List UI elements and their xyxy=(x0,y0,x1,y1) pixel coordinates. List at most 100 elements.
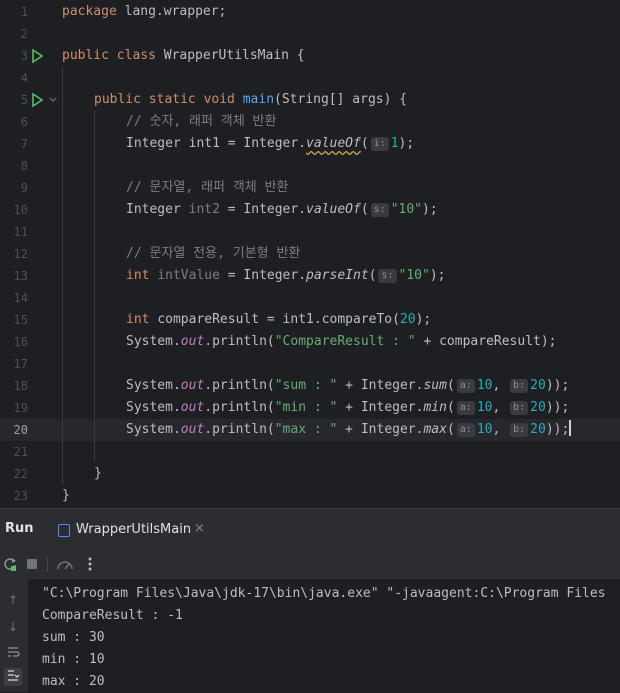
code-token: out xyxy=(180,400,205,415)
line-number[interactable]: 2 xyxy=(0,23,28,45)
code-token: + compareResult); xyxy=(415,334,557,349)
code-token: public class xyxy=(62,48,156,63)
code-line-10[interactable]: Integer int2 = Integer.valueOf(s: "10"); xyxy=(126,199,438,221)
code-token: 10 xyxy=(476,378,493,393)
code-token: "min : " xyxy=(274,400,338,415)
soft-wrap-icon[interactable] xyxy=(4,645,22,663)
code-token: System. xyxy=(126,334,181,349)
code-line-12[interactable]: // 문자열 전용, 기본형 반환 xyxy=(126,243,300,265)
parameter-hint: b: xyxy=(510,401,529,415)
parameter-hint: s: xyxy=(370,203,389,217)
run-gutter-icon[interactable] xyxy=(30,89,44,111)
code-line-7[interactable]: Integer int1 = Integer.valueOf(i: 1); xyxy=(126,133,414,155)
speedometer-icon[interactable] xyxy=(56,556,73,572)
close-icon[interactable]: × xyxy=(194,521,205,536)
line-number[interactable]: 5 xyxy=(0,89,28,111)
line-number[interactable]: 12 xyxy=(0,243,28,265)
code-token: public static void xyxy=(94,92,235,107)
code-token: ); xyxy=(429,268,446,283)
fold-chevron-icon[interactable] xyxy=(48,89,58,111)
line-number[interactable]: 14 xyxy=(0,287,28,309)
line-number[interactable]: 20 xyxy=(0,419,28,441)
tab-wrapper-utils-main[interactable]: WrapperUtilsMain × xyxy=(52,513,214,551)
line-number[interactable]: 19 xyxy=(0,397,28,419)
code-token: + Integer. xyxy=(337,400,424,415)
run-toolbar xyxy=(0,549,620,579)
more-icon[interactable] xyxy=(82,556,98,572)
arrow-up-icon[interactable]: ↑ xyxy=(4,591,22,609)
line-number[interactable]: 4 xyxy=(0,67,28,89)
line-number[interactable]: 9 xyxy=(0,177,28,199)
code-token: "CompareResult : " xyxy=(274,334,416,349)
code-token: sum xyxy=(423,378,447,393)
line-number[interactable]: 3 xyxy=(0,45,28,67)
line-number[interactable]: 22 xyxy=(0,463,28,485)
code-line-9[interactable]: // 문자열, 래퍼 객체 반환 xyxy=(126,177,288,199)
code-token: package xyxy=(62,4,117,19)
code-token: out xyxy=(180,422,205,437)
code-editor[interactable]: 1 2 3 4 5 6 7 8 9 10 11 12 13 14 15 16 17 18 19 20 21 22 23 pa… xyxy=(0,0,620,508)
line-number[interactable]: 21 xyxy=(0,441,28,463)
code-token: + Integer. xyxy=(337,422,424,437)
line-number[interactable]: 1 xyxy=(0,1,28,23)
code-token: )); xyxy=(545,400,570,415)
code-token: "sum : " xyxy=(274,378,338,393)
arrow-down-icon[interactable]: ↓ xyxy=(4,618,22,636)
line-number[interactable]: 17 xyxy=(0,353,28,375)
code-token: compareResult = int1.compareTo( xyxy=(157,312,400,327)
code-line-3[interactable]: public class WrapperUtilsMain { xyxy=(62,45,305,67)
code-line-6[interactable]: // 숫자, 래퍼 객체 반환 xyxy=(126,111,276,133)
line-number[interactable]: 18 xyxy=(0,375,28,397)
line-number[interactable]: 23 xyxy=(0,485,28,507)
code-line-18[interactable]: System.out.println("sum : " + Integer.su… xyxy=(126,375,569,397)
code-token: = Integer. xyxy=(219,202,307,217)
code-line-13[interactable]: int intValue = Integer.parseInt(s: "10"); xyxy=(126,265,446,287)
code-token: ); xyxy=(422,202,438,217)
scroll-to-end-icon[interactable] xyxy=(4,668,22,686)
console-output[interactable]: "C:\Program Files\Java\jdk-17\bin\java.e… xyxy=(28,579,620,692)
code-token: WrapperUtilsMain { xyxy=(155,48,305,63)
code-token: valueOf xyxy=(306,202,361,217)
code-line-15[interactable]: int compareResult = int1.compareTo(20); xyxy=(126,309,431,331)
line-number[interactable]: 6 xyxy=(0,111,28,133)
code-token: out xyxy=(180,378,205,393)
parameter-hint: s: xyxy=(378,269,397,283)
code-line-20[interactable]: System.out.println("max : " + Integer.ma… xyxy=(126,419,572,441)
code-token: "max : " xyxy=(274,422,338,437)
line-number[interactable]: 10 xyxy=(0,199,28,221)
code-line-19[interactable]: System.out.println("min : " + Integer.mi… xyxy=(126,397,569,419)
code-line-5[interactable]: public static void main(String[] args) { xyxy=(94,89,407,111)
code-token: .println( xyxy=(204,422,275,437)
code-token: 10 xyxy=(476,422,493,437)
code-token: , xyxy=(492,400,509,415)
line-number[interactable]: 16 xyxy=(0,331,28,353)
console-line: sum : 30 xyxy=(42,630,105,645)
tab-title: WrapperUtilsMain xyxy=(76,522,192,537)
code-token: max xyxy=(423,422,447,437)
line-number[interactable]: 13 xyxy=(0,265,28,287)
run-tool-window-header: Run WrapperUtilsMain × xyxy=(0,508,620,551)
code-line-23[interactable]: } xyxy=(62,485,70,507)
parameter-hint: a: xyxy=(456,379,475,393)
run-gutter-icon[interactable] xyxy=(30,45,44,67)
code-token: .println( xyxy=(204,334,275,349)
line-number[interactable]: 15 xyxy=(0,309,28,331)
code-token: , xyxy=(492,422,509,437)
line-number[interactable]: 8 xyxy=(0,155,28,177)
code-line-16[interactable]: System.out.println("CompareResult : " + … xyxy=(126,331,557,353)
code-line-22[interactable]: } xyxy=(94,463,102,485)
console-side-toolbar: ↑ ↓ xyxy=(0,579,28,692)
rerun-icon[interactable] xyxy=(2,556,18,572)
stop-icon[interactable] xyxy=(24,556,40,572)
parameter-hint: b: xyxy=(510,423,529,437)
code-line-1[interactable]: package lang.wrapper; xyxy=(62,1,226,23)
code-token: System. xyxy=(126,400,181,415)
code-token: parseInt xyxy=(306,268,369,283)
run-label[interactable]: Run xyxy=(5,521,34,536)
code-token: min xyxy=(423,400,447,415)
code-token: + Integer. xyxy=(337,378,424,393)
code-token: Integer int1 = Integer. xyxy=(126,136,307,151)
line-number[interactable]: 11 xyxy=(0,221,28,243)
code-token: ( xyxy=(360,202,369,217)
line-number[interactable]: 7 xyxy=(0,133,28,155)
